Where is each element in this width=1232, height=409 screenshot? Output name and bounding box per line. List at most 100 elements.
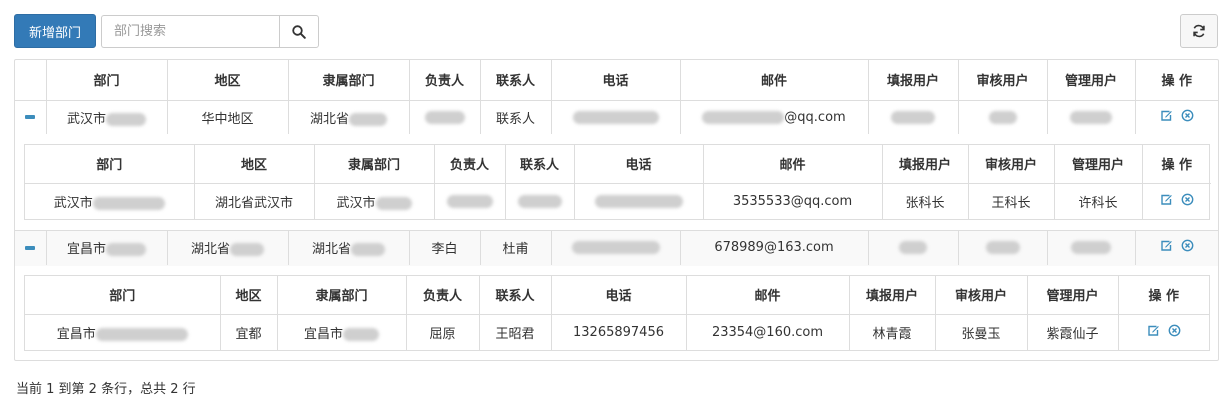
col-region: 地区: [193, 145, 315, 184]
col-parent: 隶属部门: [313, 145, 435, 184]
cell-filler: 张科长: [881, 182, 969, 219]
col-parent: 隶属部门: [287, 60, 410, 101]
col-contact: 联系人: [504, 145, 575, 184]
table-row: 武汉市 华中地区 湖北省 联系人 @qq.com: [15, 99, 1218, 134]
col-admin: 管理用户: [1046, 60, 1136, 101]
cell-region: 宜都: [219, 313, 278, 350]
cell-parent: 湖北省: [287, 230, 410, 265]
col-parent: 隶属部门: [276, 276, 407, 315]
cell-phone: [550, 230, 681, 265]
cell-contact: 联系人: [479, 99, 552, 134]
cell-filler: 林青霞: [848, 313, 936, 350]
col-expand: [15, 60, 47, 101]
sub-table-1: 部门 地区 隶属部门 负责人 联系人 电话 邮件 填报用户 审核用户 管理用户 …: [24, 144, 1211, 220]
cell-contact: [504, 182, 575, 219]
sub-header-row: 部门 地区 隶属部门 负责人 联系人 电话 邮件 填报用户 审核用户 管理用户 …: [25, 145, 1211, 184]
search-button[interactable]: [279, 15, 319, 48]
col-owner: 负责人: [433, 145, 506, 184]
cell-reviewer: 王科长: [967, 182, 1055, 219]
delete-icon[interactable]: [1181, 239, 1194, 252]
cell-dept: 宜昌市: [25, 313, 221, 350]
add-department-button[interactable]: 新增部门: [14, 14, 96, 48]
col-email: 邮件: [679, 60, 869, 101]
cell-filler: [867, 99, 959, 134]
cell-phone: [550, 99, 681, 134]
cell-phone: [573, 182, 704, 219]
delete-icon[interactable]: [1181, 109, 1194, 122]
sub-table-2: 部门 地区 隶属部门 负责人 联系人 电话 邮件 填报用户 审核用户 管理用户 …: [24, 275, 1210, 351]
col-ops: 操 作: [1117, 276, 1209, 315]
col-dept: 部门: [25, 145, 195, 184]
col-phone: 电话: [550, 60, 681, 101]
col-owner: 负责人: [405, 276, 480, 315]
main-table-row-2: 宜昌市 湖北省 湖北省 李白 杜甫 678989@163.com: [15, 230, 1218, 265]
cell-ops: [1134, 99, 1218, 134]
cell-reviewer: [957, 99, 1048, 134]
cell-admin: [1046, 99, 1136, 134]
pagination-info: 当前 1 到第 2 条行，总共 2 行: [16, 382, 196, 397]
cell-contact: 王昭君: [478, 313, 552, 350]
cell-owner: 屈原: [405, 313, 480, 350]
edit-icon[interactable]: [1160, 109, 1173, 122]
cell-owner: [433, 182, 506, 219]
col-reviewer: 审核用户: [934, 276, 1028, 315]
cell-reviewer: [957, 230, 1048, 265]
col-region: 地区: [219, 276, 278, 315]
col-contact: 联系人: [479, 60, 552, 101]
col-admin: 管理用户: [1026, 276, 1119, 315]
cell-region: 湖北省: [166, 230, 289, 265]
cell-admin: 紫霞仙子: [1026, 313, 1119, 350]
col-reviewer: 审核用户: [967, 145, 1055, 184]
refresh-button[interactable]: [1180, 14, 1218, 48]
table-row: 宜昌市 湖北省 湖北省 李白 杜甫 678989@163.com: [15, 230, 1218, 265]
cell-phone: 13265897456: [550, 313, 687, 350]
department-search-input[interactable]: [101, 15, 280, 48]
cell-dept: 宜昌市: [45, 230, 168, 265]
cell-email: @qq.com: [679, 99, 869, 134]
edit-icon[interactable]: [1160, 239, 1173, 252]
col-dept: 部门: [25, 276, 221, 315]
cell-parent: 湖北省: [287, 99, 410, 134]
col-owner: 负责人: [408, 60, 481, 101]
collapse-icon: [25, 115, 36, 120]
cell-owner: [408, 99, 481, 134]
table-row: 武汉市 湖北省武汉市 武汉市 3535533@qq.com 张科长 王科长 许科…: [25, 182, 1211, 219]
cell-admin: 许科长: [1053, 182, 1143, 219]
col-admin: 管理用户: [1053, 145, 1143, 184]
collapse-toggle[interactable]: [15, 99, 47, 134]
collapse-icon: [25, 245, 36, 250]
edit-icon[interactable]: [1160, 193, 1173, 206]
cell-admin: [1046, 230, 1136, 265]
col-dept: 部门: [45, 60, 168, 101]
cell-ops: [1117, 313, 1209, 350]
cell-filler: [867, 230, 959, 265]
cell-parent: 武汉市: [313, 182, 435, 219]
edit-icon[interactable]: [1147, 324, 1160, 337]
table-row: 宜昌市 宜都 宜昌市 屈原 王昭君 13265897456 23354@160.…: [25, 313, 1209, 350]
delete-icon[interactable]: [1181, 193, 1194, 206]
cell-owner: 李白: [408, 230, 481, 265]
cell-dept: 武汉市: [25, 182, 195, 219]
cell-dept: 武汉市: [45, 99, 168, 134]
col-phone: 电话: [573, 145, 704, 184]
col-ops: 操 作: [1141, 145, 1211, 184]
col-email: 邮件: [702, 145, 883, 184]
cell-region: 湖北省武汉市: [193, 182, 315, 219]
col-filler: 填报用户: [867, 60, 959, 101]
table-header-row: 部门 地区 隶属部门 负责人 联系人 电话 邮件 填报用户 审核用户 管理用户 …: [15, 60, 1218, 101]
cell-ops: [1141, 182, 1211, 219]
cell-contact: 杜甫: [479, 230, 552, 265]
collapse-toggle[interactable]: [15, 230, 47, 265]
col-region: 地区: [166, 60, 289, 101]
col-phone: 电话: [550, 276, 687, 315]
cell-email: 678989@163.com: [679, 230, 869, 265]
refresh-icon: [1193, 24, 1205, 38]
col-contact: 联系人: [478, 276, 552, 315]
delete-icon[interactable]: [1168, 324, 1181, 337]
sub-header-row: 部门 地区 隶属部门 负责人 联系人 电话 邮件 填报用户 审核用户 管理用户 …: [25, 276, 1209, 315]
department-table: 部门 地区 隶属部门 负责人 联系人 电话 邮件 填报用户 审核用户 管理用户 …: [14, 59, 1219, 361]
cell-parent: 宜昌市: [276, 313, 407, 350]
cell-region: 华中地区: [166, 99, 289, 134]
col-reviewer: 审核用户: [957, 60, 1048, 101]
cell-ops: [1134, 230, 1218, 265]
